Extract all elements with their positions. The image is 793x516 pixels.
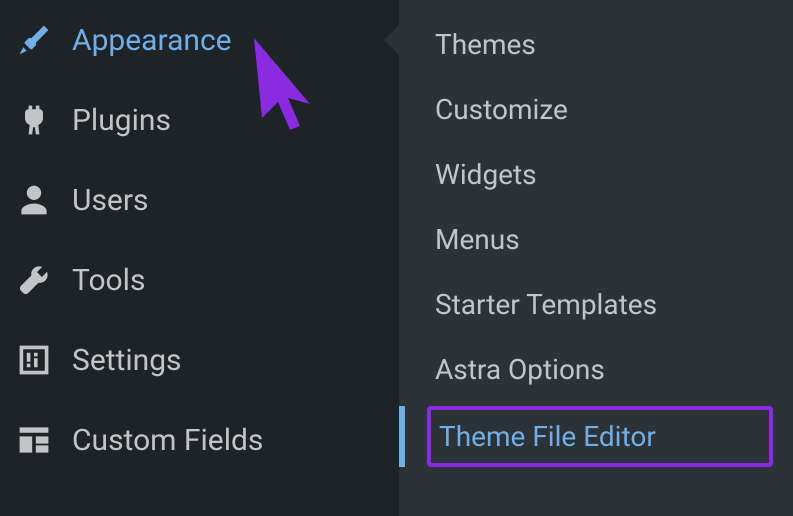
sidebar-item-label: Tools — [72, 263, 145, 298]
wrench-icon — [14, 260, 54, 300]
brush-icon — [14, 20, 54, 60]
submenu-appearance: Themes Customize Widgets Menus Starter T… — [399, 0, 793, 516]
sidebar-item-custom-fields[interactable]: Custom Fields — [0, 400, 399, 480]
sidebar-item-label: Custom Fields — [72, 423, 263, 458]
sidebar-item-label: Users — [72, 183, 149, 218]
admin-sidebar: Appearance Plugins Users Tools Settings — [0, 0, 793, 516]
submenu-item-customize[interactable]: Customize — [399, 77, 793, 142]
sidebar-item-users[interactable]: Users — [0, 160, 399, 240]
primary-menu: Appearance Plugins Users Tools Settings — [0, 0, 399, 516]
grid-icon — [14, 420, 54, 460]
submenu-item-theme-file-editor[interactable]: Theme File Editor — [427, 406, 773, 467]
submenu-item-widgets[interactable]: Widgets — [399, 142, 793, 207]
plug-icon — [14, 100, 54, 140]
sidebar-item-label: Appearance — [72, 23, 232, 58]
submenu-item-starter-templates[interactable]: Starter Templates — [399, 272, 793, 337]
user-icon — [14, 180, 54, 220]
sidebar-item-label: Plugins — [72, 103, 171, 138]
submenu-item-astra-options[interactable]: Astra Options — [399, 337, 793, 402]
sidebar-item-tools[interactable]: Tools — [0, 240, 399, 320]
sidebar-item-label: Settings — [72, 343, 182, 378]
submenu-item-menus[interactable]: Menus — [399, 207, 793, 272]
sidebar-item-settings[interactable]: Settings — [0, 320, 399, 400]
submenu-item-themes[interactable]: Themes — [399, 12, 793, 77]
sidebar-item-appearance[interactable]: Appearance — [0, 0, 399, 80]
sidebar-item-plugins[interactable]: Plugins — [0, 80, 399, 160]
sliders-icon — [14, 340, 54, 380]
